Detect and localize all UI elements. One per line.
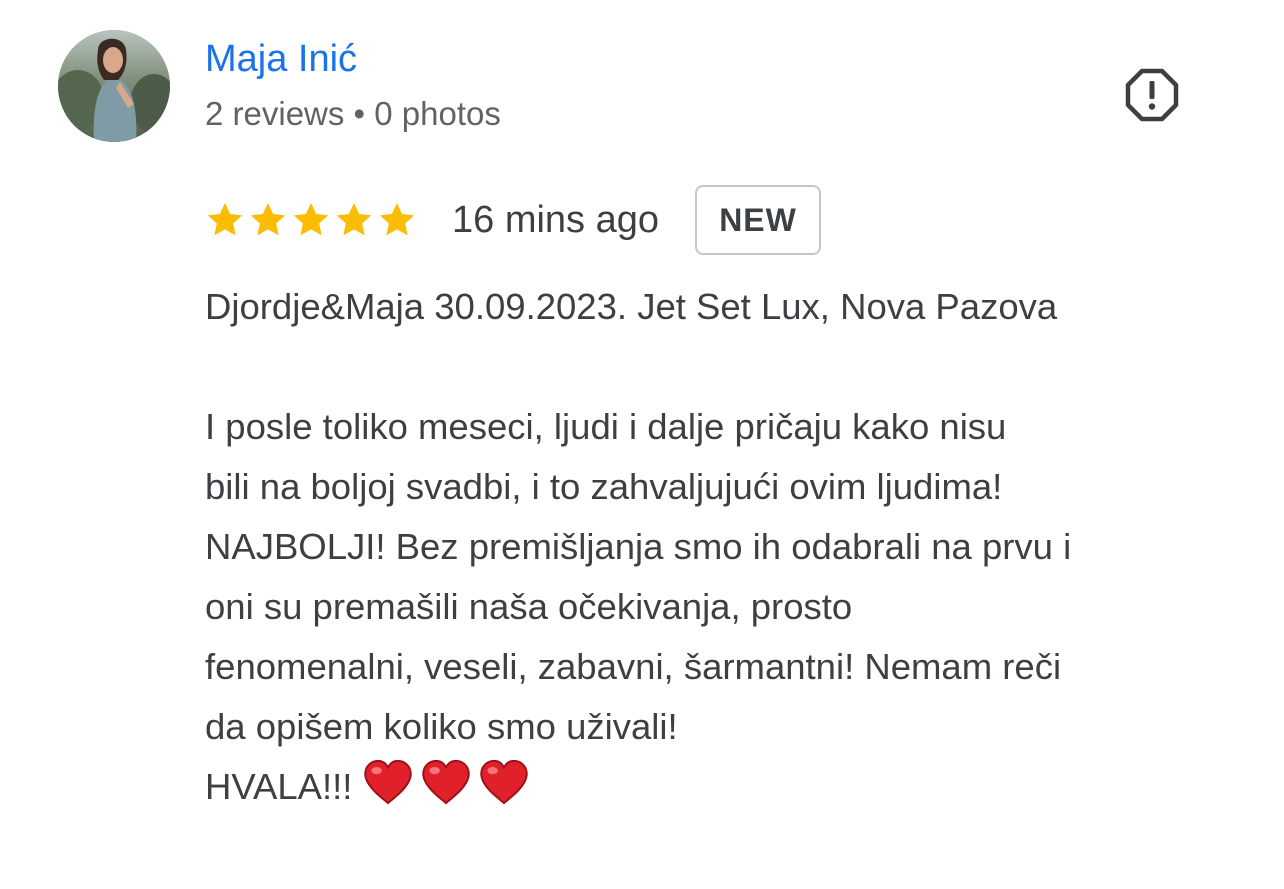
- review-paragraph-title: Djordje&Maja 30.09.2023. Jet Set Lux, No…: [205, 286, 1058, 327]
- review-closing-text: HVALA!!!: [205, 766, 353, 807]
- review-text: Djordje&Maja 30.09.2023. Jet Set Lux, No…: [205, 277, 1265, 825]
- star-icon: [336, 203, 372, 236]
- red-heart-emoji-icon: [422, 759, 471, 805]
- reviewer-stats: 2 reviews • 0 photos: [205, 95, 501, 132]
- new-badge: NEW: [695, 185, 822, 255]
- avatar[interactable]: [58, 30, 170, 142]
- report-review-button[interactable]: [1124, 67, 1180, 123]
- review-time: 16 mins ago: [452, 199, 660, 241]
- review-card: Maja Inić 2 reviews • 0 photos 16 mins a…: [0, 0, 1284, 889]
- star-icon: [207, 203, 243, 236]
- star-icon: [293, 203, 329, 236]
- review-closing-line: HVALA!!!: [205, 757, 1265, 825]
- report-flag-octagon-icon: [1125, 68, 1179, 122]
- heart-emojis: [362, 757, 536, 825]
- red-heart-emoji-icon: [364, 759, 413, 805]
- star-icon: [250, 203, 286, 236]
- reviewer-name[interactable]: Maja Inić: [205, 36, 357, 82]
- avatar-photo: [58, 30, 170, 142]
- star-rating: [205, 200, 420, 240]
- rating-row: 16 mins ago NEW: [205, 184, 822, 256]
- red-heart-emoji-icon: [480, 759, 529, 805]
- star-icon: [379, 203, 415, 236]
- review-paragraph-body: I posle toliko meseci, ljudi i dalje pri…: [205, 406, 1072, 747]
